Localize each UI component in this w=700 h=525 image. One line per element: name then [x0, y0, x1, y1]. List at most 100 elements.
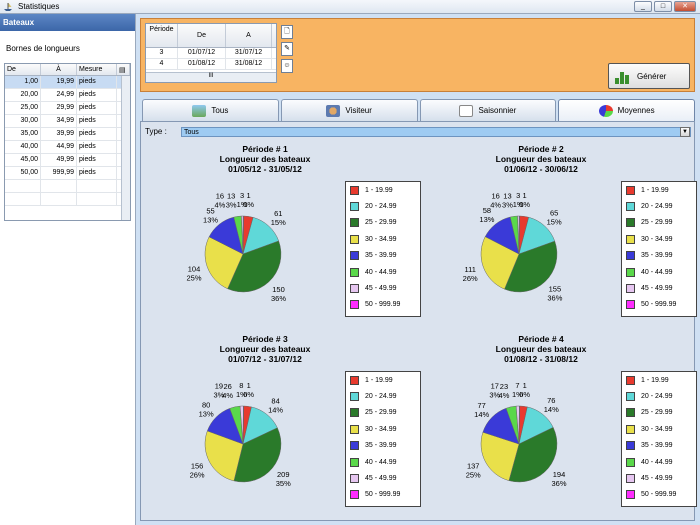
cell-a[interactable]: 29,99 — [41, 102, 77, 114]
cell-mesure[interactable]: pieds — [77, 115, 117, 127]
vertical-scrollbar[interactable] — [121, 76, 130, 220]
maximize-button[interactable]: □ — [654, 1, 672, 12]
cell-de[interactable]: 1,00 — [5, 76, 41, 88]
period-panel: Période De A 3 01/07/12 31/07/12 4 01/08/12… — [140, 18, 695, 92]
tab-saisonnier[interactable]: Saisonnier — [419, 99, 557, 121]
new-document-icon[interactable]: 🗋 — [281, 25, 293, 39]
table-row[interactable]: 1,00 19,99 pieds — [5, 76, 130, 89]
legend-label: 45 - 49.99 — [365, 475, 397, 483]
legend-label: 1 - 19.99 — [641, 186, 669, 194]
table-row[interactable]: 20,00 24,99 pieds — [5, 89, 130, 102]
boats-panel-header: Bateaux — [0, 14, 135, 31]
table-row[interactable]: 50,00 999,99 pieds — [5, 167, 130, 180]
legend-label: 30 - 34.99 — [365, 235, 397, 243]
legend-swatch — [626, 490, 635, 500]
users-icon — [326, 104, 341, 117]
cell-mesure[interactable]: pieds — [77, 76, 117, 88]
data-label-value: 17 — [491, 381, 499, 390]
cell-mesure[interactable]: pieds — [77, 128, 117, 140]
cell-a[interactable]: 34,99 — [41, 115, 77, 127]
grid-menu-icon[interactable]: ▤ — [117, 64, 130, 75]
minimize-button[interactable]: _ — [634, 1, 652, 12]
data-label-percent: 4% — [222, 391, 233, 400]
table-row-empty[interactable] — [5, 193, 130, 206]
cell-mesure[interactable]: pieds — [77, 102, 117, 114]
cell-mesure[interactable]: pieds — [77, 89, 117, 101]
cell-a[interactable]: 31/08/12 — [226, 59, 272, 69]
tab-moyennes[interactable]: Moyennes — [558, 99, 695, 121]
legend-label: 20 - 24.99 — [641, 393, 673, 401]
pie-chart: Période # 1 Longueur des bateaux 01/05/12 … — [145, 144, 421, 334]
cell-de[interactable]: 40,00 — [5, 141, 41, 153]
cell-de[interactable]: 25,00 — [5, 102, 41, 114]
cell-de[interactable]: 01/07/12 — [178, 48, 226, 58]
contact-icon[interactable]: ☺ — [281, 59, 293, 73]
legend-label: 35 - 39.99 — [365, 442, 397, 450]
length-bounds-grid[interactable]: De À Mesure ▤ 1,00 19,99 pieds 20,00 24,99 p… — [4, 63, 131, 221]
legend-label: 30 - 34.99 — [641, 235, 673, 243]
cell-periode[interactable]: 4 — [146, 59, 178, 69]
table-row[interactable]: 30,00 34,99 pieds — [5, 115, 130, 128]
col-de[interactable]: De — [5, 64, 41, 75]
table-row[interactable]: 3 01/07/12 31/07/12 — [146, 48, 276, 59]
data-label-value: 7 — [515, 381, 519, 390]
legend-item: 20 - 24.99 — [346, 388, 420, 404]
data-label-value: 55 — [206, 206, 214, 215]
cell-de[interactable]: 20,00 — [5, 89, 41, 101]
horizontal-scrollbar[interactable]: III — [146, 72, 276, 82]
tab-visiteur[interactable]: Visiteur — [280, 99, 418, 121]
data-label-percent: 13% — [479, 215, 494, 224]
close-button[interactable]: ✕ — [674, 1, 696, 12]
cell-a[interactable]: 49,99 — [41, 154, 77, 166]
data-label-value: 1 — [523, 381, 527, 390]
legend-item: 50 - 999.99 — [346, 487, 420, 503]
tab-bar: Tous Visiteur Saisonnier Moyennes — [142, 99, 695, 121]
col-de[interactable]: De — [178, 24, 226, 47]
table-row-empty[interactable] — [5, 180, 130, 193]
tab-tous[interactable]: Tous — [142, 99, 279, 121]
legend-label: 30 - 34.99 — [365, 425, 397, 433]
cell-mesure[interactable]: pieds — [77, 167, 117, 179]
cell-de[interactable]: 35,00 — [5, 128, 41, 140]
period-grid[interactable]: Période De A 3 01/07/12 31/07/12 4 01/08/12… — [145, 23, 277, 83]
generate-button[interactable]: Générer — [608, 63, 690, 89]
chevron-down-icon[interactable]: ▼ — [680, 127, 690, 137]
legend-label: 25 - 29.99 — [365, 219, 397, 227]
cell-de[interactable]: 01/08/12 — [178, 59, 226, 69]
legend-label: 45 - 49.99 — [365, 285, 397, 293]
cell-mesure[interactable]: pieds — [77, 141, 117, 153]
col-periode[interactable]: Période — [146, 24, 178, 47]
cell-mesure[interactable]: pieds — [77, 154, 117, 166]
col-a[interactable]: À — [41, 64, 77, 75]
cell-a[interactable]: 31/07/12 — [226, 48, 272, 58]
cell-a[interactable]: 24,99 — [41, 89, 77, 101]
col-mesure[interactable]: Mesure — [77, 64, 117, 75]
table-row[interactable]: 25,00 29,99 pieds — [5, 102, 130, 115]
legend-label: 50 - 999.99 — [641, 301, 677, 309]
cell-a[interactable]: 44,99 — [41, 141, 77, 153]
data-label-value: 8 — [239, 381, 243, 390]
cell-de[interactable]: 30,00 — [5, 115, 41, 127]
legend-swatch — [626, 284, 635, 294]
col-a[interactable]: A — [226, 24, 272, 47]
pie-svg: 173%7614%19436%13725%7714%234%71%10% — [466, 381, 567, 488]
table-row[interactable]: 40,00 44,99 pieds — [5, 141, 130, 154]
cell-a[interactable]: 39,99 — [41, 128, 77, 140]
cell-de[interactable]: 45,00 — [5, 154, 41, 166]
table-row[interactable]: 35,00 39,99 pieds — [5, 128, 130, 141]
cell-a[interactable]: 999,99 — [41, 167, 77, 179]
type-select[interactable]: Tous ▼ — [181, 127, 691, 137]
cell-de[interactable]: 50,00 — [5, 167, 41, 179]
edit-icon[interactable]: ✎ — [281, 42, 293, 56]
cell-a[interactable]: 19,99 — [41, 76, 77, 88]
legend-swatch — [626, 441, 635, 451]
cell-periode[interactable]: 3 — [146, 48, 178, 58]
legend-label: 20 - 24.99 — [641, 203, 673, 211]
table-row[interactable]: 45,00 49,99 pieds — [5, 154, 130, 167]
data-label-percent: 13% — [203, 215, 218, 224]
data-label-percent: 0% — [519, 200, 530, 209]
table-row[interactable]: 4 01/08/12 31/08/12 — [146, 59, 276, 70]
legend-swatch — [350, 251, 359, 261]
legend-item: 45 - 49.99 — [346, 470, 420, 486]
data-label-percent: 26% — [463, 274, 478, 283]
